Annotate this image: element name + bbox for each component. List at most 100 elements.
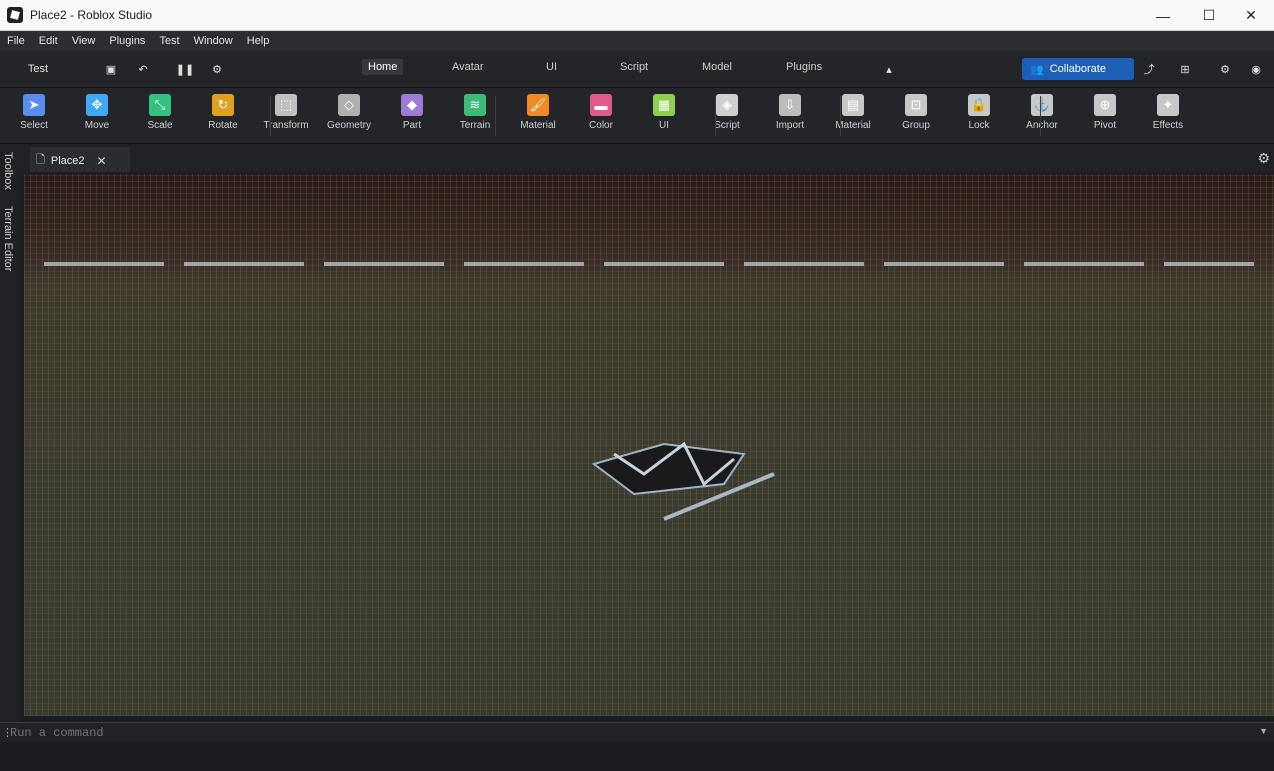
status-bar (0, 742, 1274, 771)
studio-settings-icon[interactable]: ⚙ (1216, 59, 1234, 79)
effects-icon: ✦ (1157, 94, 1179, 116)
tool-transform-button[interactable]: ⬚ Transform (258, 94, 314, 138)
select-icon: ➤ (23, 94, 45, 116)
tool-group-button[interactable]: ⊡ Group (888, 94, 944, 138)
tool-label: Geometry (327, 120, 371, 131)
spawn-location-model (591, 441, 775, 521)
left-panel-rail: Toolbox Terrain Editor (0, 144, 20, 722)
tool-label: Anchor (1026, 120, 1058, 131)
transform-icon: ⬚ (275, 94, 297, 116)
tool-label: Rotate (208, 120, 238, 131)
pivot-icon: ⊕ (1094, 94, 1116, 116)
quick-test-button[interactable]: Test (8, 59, 68, 79)
window-titlebar: Place2 - Roblox Studio — ☐ ✕ (0, 0, 1274, 31)
toolbox-panel-tab[interactable]: Toolbox (2, 152, 14, 190)
ribbon-separator (715, 96, 716, 136)
tool-label: Terrain (459, 120, 491, 131)
tab-script[interactable]: Script (620, 61, 648, 73)
more-tabs-icon[interactable]: ▴ (880, 59, 898, 79)
terrain-icon: ≋ (464, 94, 486, 116)
tool-label: Effects (1152, 120, 1184, 131)
tool-label: Pivot (1093, 120, 1117, 131)
ribbon-separator (1040, 96, 1041, 136)
horizon-line (44, 262, 1254, 266)
roblox-studio-logo-icon (7, 7, 23, 23)
window-title: Place2 - Roblox Studio (30, 8, 153, 22)
command-bar: ⋮ ▼ (0, 722, 1274, 742)
3d-viewport[interactable] (24, 174, 1274, 716)
geometry-icon: ◇ (338, 94, 360, 116)
tab-avatar[interactable]: Avatar (452, 61, 484, 73)
anchor-icon: ⚓ (1031, 94, 1053, 116)
menu-window[interactable]: Window (187, 35, 240, 47)
tool-move-button[interactable]: ✥ Move (69, 94, 125, 138)
tab-place2[interactable]: 🗋 Place2 ✕ (30, 147, 130, 172)
tool-label: Part (402, 120, 422, 131)
close-window-button[interactable]: ✕ (1228, 0, 1274, 31)
tool-label: Color (589, 120, 613, 131)
lock-icon: 🔒 (968, 94, 990, 116)
tool-label: Script (714, 120, 740, 131)
pause-icon[interactable]: ❚❚ (176, 59, 194, 79)
viewport-settings-icon[interactable]: ⚙ (1257, 150, 1270, 167)
tool-select-button[interactable]: ➤ Select (6, 94, 62, 138)
tab-model[interactable]: Model (702, 61, 732, 73)
tool-anchor-button[interactable]: ⚓ Anchor (1014, 94, 1070, 138)
ribbon-separator (495, 96, 496, 136)
menu-help[interactable]: Help (240, 35, 277, 47)
settings-icon[interactable]: ⚙ (208, 59, 226, 79)
terrain-editor-panel-tab[interactable]: Terrain Editor (2, 206, 14, 271)
tool-label: Scale (147, 120, 173, 131)
part-icon: ◆ (401, 94, 423, 116)
menu-bar: File Edit View Plugins Test Window Help (0, 31, 1274, 51)
close-tab-icon[interactable]: ✕ (97, 154, 107, 168)
tool-label: Move (84, 120, 110, 131)
chevron-down-icon[interactable]: ▼ (1259, 726, 1268, 736)
document-tab-label: Place2 (50, 154, 85, 167)
tab-home[interactable]: Home (362, 59, 404, 75)
tool-pivot-button[interactable]: ⊕ Pivot (1077, 94, 1133, 138)
share-icon[interactable]: ⤴ (1140, 59, 1158, 79)
ribbon-separator (840, 96, 841, 136)
script-icon: ◈ (716, 94, 738, 116)
tool-effects-button[interactable]: ✦ Effects (1140, 94, 1196, 138)
menu-plugins[interactable]: Plugins (102, 35, 152, 47)
save-icon[interactable]: ▣ (102, 59, 120, 79)
command-bar-grip-icon[interactable]: ⋮ (2, 726, 13, 739)
maximize-button[interactable]: ☐ (1186, 0, 1232, 31)
tool-material-button[interactable]: ▤ Material (825, 94, 881, 138)
document-tab-bar: 🗋 Place2 ✕ ⚙ (20, 144, 1274, 172)
material-manager-icon: ▤ (842, 94, 864, 116)
tool-scale-button[interactable]: ⤡ Scale (132, 94, 188, 138)
ui-icon: ▦ (653, 94, 675, 116)
tool-geometry-button[interactable]: ◇ Geometry (321, 94, 377, 138)
undo-icon[interactable]: ↶ (134, 59, 152, 79)
avatar[interactable]: ◉ (1246, 59, 1266, 79)
rotate-icon: ↻ (212, 94, 234, 116)
tool-lock-button[interactable]: 🔒 Lock (951, 94, 1007, 138)
minimize-button[interactable]: — (1140, 0, 1186, 31)
menu-view[interactable]: View (65, 35, 103, 47)
move-icon: ✥ (86, 94, 108, 116)
tool-import-button[interactable]: ⇩ Import (762, 94, 818, 138)
menu-edit[interactable]: Edit (32, 35, 65, 47)
color-icon: ▬ (590, 94, 612, 116)
tool-rotate-button[interactable]: ↻ Rotate (195, 94, 251, 138)
tab-plugins[interactable]: Plugins (786, 61, 822, 73)
tab-ui[interactable]: UI (546, 61, 557, 73)
tool-label: Select (20, 120, 48, 131)
tool-ui-button[interactable]: ▦ UI (636, 94, 692, 138)
command-input[interactable] (10, 725, 1250, 740)
collaborate-icon: 👥 (1030, 63, 1044, 76)
tool-label: Lock (968, 120, 990, 131)
tool-script-button[interactable]: ◈ Script (699, 94, 755, 138)
tool-label: Material (520, 120, 556, 131)
team-icon[interactable]: ⊞ (1176, 59, 1194, 79)
tool-ribbon: ➤ Select ✥ Move ⤡ Scale ↻ Rotate ⬚ Transform ◇ Geom… (0, 88, 1274, 144)
menu-test[interactable]: Test (152, 35, 186, 47)
tool-material-button[interactable]: 🖌 Material (510, 94, 566, 138)
tool-color-button[interactable]: ▬ Color (573, 94, 629, 138)
collaborate-button[interactable]: 👥 Collaborate (1022, 58, 1134, 80)
menu-file[interactable]: File (0, 35, 32, 47)
tool-part-button[interactable]: ◆ Part (384, 94, 440, 138)
